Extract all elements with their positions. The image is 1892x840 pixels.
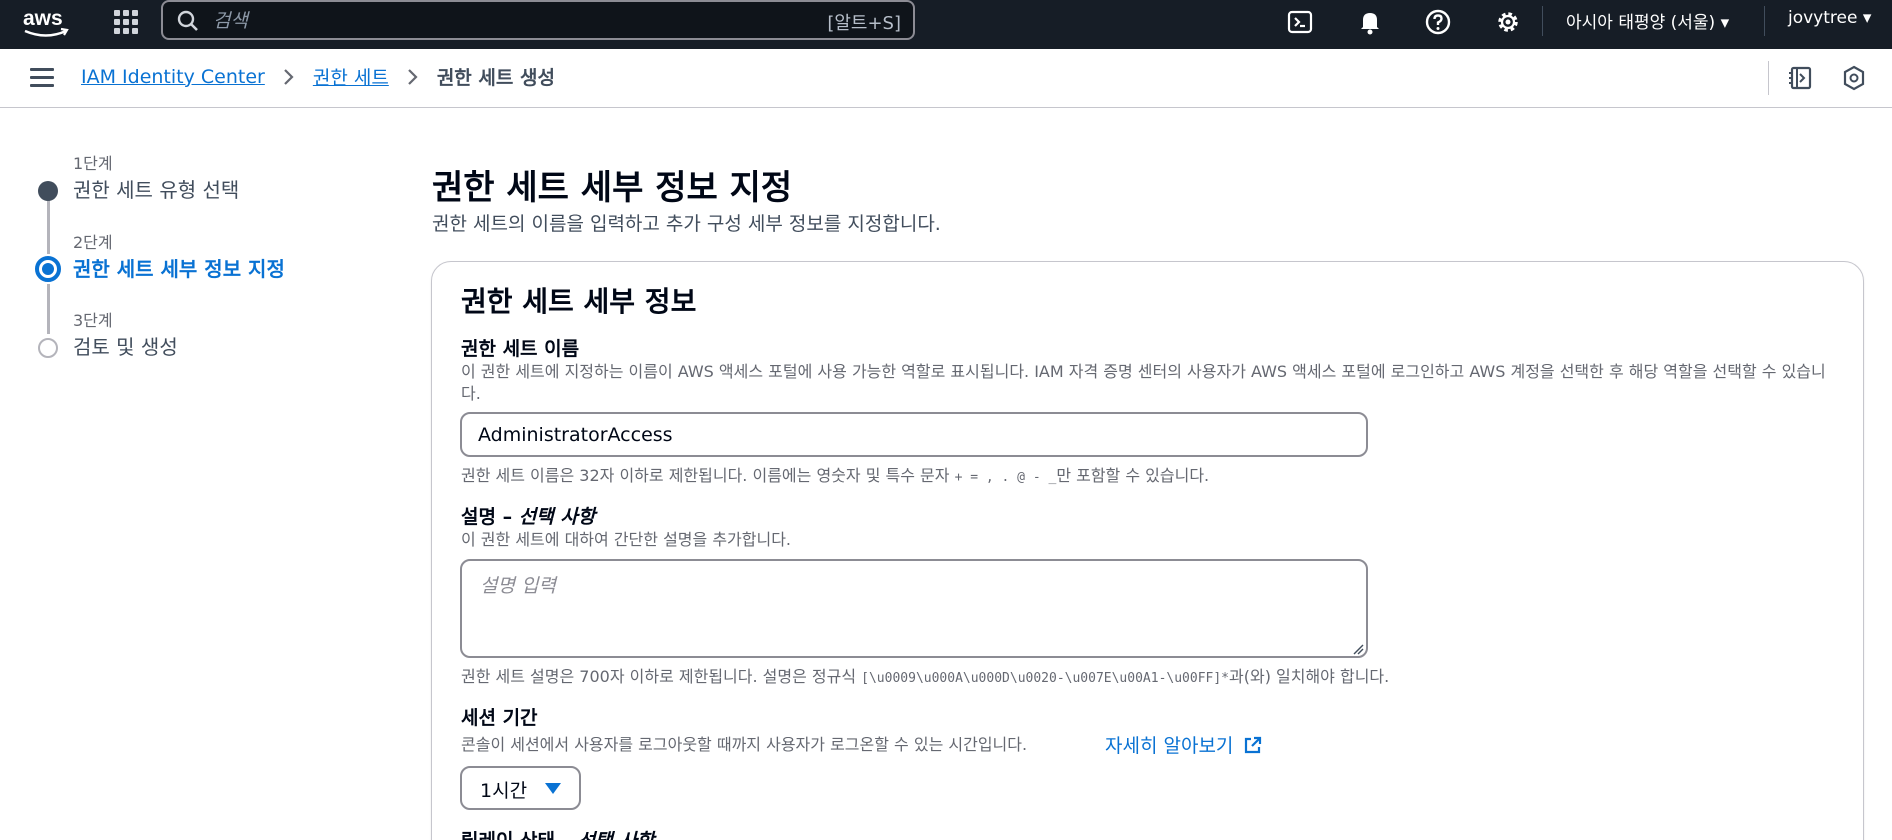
breadcrumb-current: 권한 세트 생성	[436, 67, 555, 89]
nav-divider	[1542, 6, 1543, 36]
breadcrumb-link-permission-sets[interactable]: 권한 세트	[313, 63, 389, 90]
session-duration-select[interactable]: 1시간	[460, 766, 581, 810]
permission-set-name-input[interactable]	[460, 412, 1368, 457]
step-1-completed-dot	[38, 181, 58, 201]
help-icon[interactable]	[1424, 8, 1452, 36]
step-connector	[47, 284, 50, 334]
section-title: 권한 세트 세부 정보	[461, 285, 697, 318]
step-3-number: 3단계	[73, 311, 113, 330]
permission-set-name-description: 이 권한 세트에 지정하는 이름이 AWS 액세스 포털에 사용 가능한 역할로…	[461, 362, 1826, 403]
info-panel-icon[interactable]	[1788, 65, 1814, 91]
account-menu[interactable]: jovytree ▾	[1788, 8, 1871, 28]
search-input[interactable]	[213, 6, 773, 36]
description-hint: 이 권한 세트에 대하여 간단한 설명을 추가합니다.	[461, 530, 792, 549]
step-connector	[47, 198, 50, 254]
nav-divider	[1764, 6, 1765, 36]
session-duration-value: 1시간	[480, 780, 528, 802]
breadcrumb-link-iam-identity-center[interactable]: IAM Identity Center	[81, 66, 265, 88]
description-constraint: 권한 세트 설명은 700자 이하로 제한됩니다. 설명은 정규식 [\u000…	[461, 667, 1390, 686]
caret-down-icon	[545, 783, 561, 794]
page-title: 권한 세트 세부 정보 지정	[432, 168, 793, 208]
session-duration-description: 콘솔이 세션에서 사용자를 로그아웃할 때까지 사용자가 로그온할 수 있는 시…	[461, 735, 1028, 754]
chevron-right-icon	[284, 68, 294, 85]
search-bar[interactable]: [알트+S]	[161, 0, 915, 40]
toolbar-divider	[1768, 61, 1769, 95]
hamburger-menu-icon[interactable]	[30, 68, 54, 88]
permission-set-name-constraint: 권한 세트 이름은 32자 이하로 제한됩니다. 이름에는 영숫자 및 특수 문…	[461, 466, 1210, 485]
search-shortcut-hint: [알트+S]	[827, 13, 901, 34]
step-2-number: 2단계	[73, 233, 113, 252]
assistant-icon[interactable]	[1841, 65, 1867, 91]
svg-text:aws: aws	[23, 7, 63, 30]
breadcrumb-bar: IAM Identity Center 권한 세트 권한 세트 생성	[0, 49, 1892, 108]
permission-set-name-label: 권한 세트 이름	[461, 338, 580, 360]
learn-more-link[interactable]: 자세히 알아보기	[1105, 731, 1263, 758]
external-link-icon	[1245, 736, 1262, 754]
cloudshell-icon[interactable]	[1286, 8, 1314, 36]
step-1-title[interactable]: 권한 세트 유형 선택	[73, 174, 239, 203]
description-label: 설명 – 선택 사항	[461, 506, 596, 528]
breadcrumb: IAM Identity Center 권한 세트 권한 세트 생성	[81, 63, 555, 90]
session-duration-label: 세션 기간	[461, 707, 538, 729]
step-2-title: 권한 세트 세부 정보 지정	[73, 257, 285, 281]
page-description: 권한 세트의 이름을 입력하고 추가 구성 세부 정보를 지정합니다.	[432, 213, 941, 235]
step-1-number: 1단계	[73, 154, 113, 173]
region-selector[interactable]: 아시아 태평양 (서울) ▾	[1566, 8, 1729, 33]
services-menu-icon[interactable]	[112, 8, 138, 34]
aws-logo[interactable]: aws	[22, 4, 70, 42]
relay-state-label: 릴레이 상태 – 선택 사항	[461, 826, 654, 840]
resize-handle-icon[interactable]	[1352, 643, 1364, 655]
chevron-right-icon	[408, 68, 418, 85]
bell-icon[interactable]	[1356, 8, 1384, 36]
gear-icon[interactable]	[1494, 8, 1522, 36]
top-navigation: aws [알트+S] 아시아 태평양 (서울) ▾ jovytree ▾	[0, 0, 1892, 49]
description-textarea[interactable]	[460, 559, 1368, 658]
step-3-pending-dot	[38, 338, 58, 358]
step-3-title: 검토 및 생성	[73, 335, 178, 359]
search-icon	[177, 10, 198, 31]
step-2-active-dot-inner	[42, 263, 54, 275]
